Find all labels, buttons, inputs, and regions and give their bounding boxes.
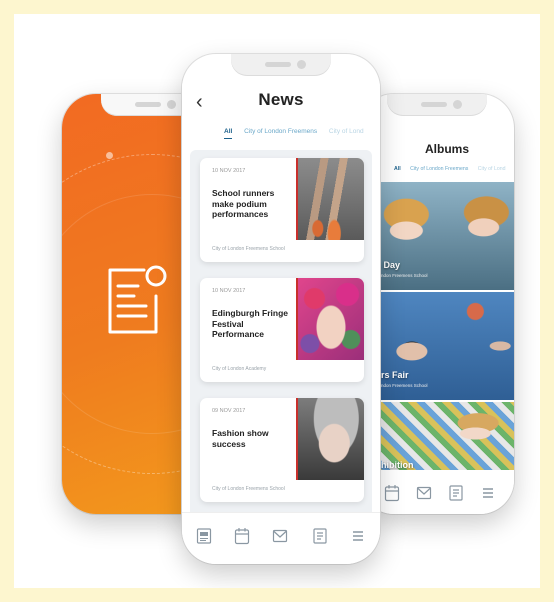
splash-dot <box>106 152 113 159</box>
menu-icon[interactable] <box>350 527 366 545</box>
news-school: City of London Freemens School <box>212 246 285 252</box>
document-icon[interactable] <box>312 527 328 545</box>
albums-tabs: All City of London Freemens City of Lond <box>394 166 513 172</box>
news-date: 10 NOV 2017 <box>212 288 246 294</box>
menu-icon[interactable] <box>480 484 496 502</box>
tab-freemens[interactable]: City of London Freemens <box>244 128 317 135</box>
news-date: 10 NOV 2017 <box>212 168 246 174</box>
album-card[interactable]: ers Fair London Freemens School <box>376 292 514 400</box>
document-icon[interactable] <box>448 484 464 502</box>
document-notification-icon <box>104 262 168 343</box>
tab-all[interactable]: All <box>224 128 232 135</box>
album-card[interactable]: s Day London Freemens School <box>376 182 514 290</box>
album-label: ers Fair <box>376 370 409 380</box>
news-photo <box>296 158 364 240</box>
news-date: 09 NOV 2017 <box>212 408 246 414</box>
album-card[interactable]: xhibition <box>376 402 514 472</box>
page-title: News <box>258 90 304 109</box>
promo-stage: Albums All City of London Freemens City … <box>14 14 540 588</box>
news-headline: Fashion show success <box>212 428 269 449</box>
album-sub: London Freemens School <box>376 273 428 278</box>
news-feed: 10 NOV 2017 School runners make podium p… <box>190 150 372 520</box>
news-phone: ‹ News All City of London Freemens City … <box>182 54 380 564</box>
news-card[interactable]: 10 NOV 2017 School runners make podium p… <box>200 158 364 262</box>
news-card[interactable]: 09 NOV 2017 Fashion show success City of… <box>200 398 364 502</box>
news-school: City of London Academy <box>212 366 267 372</box>
news-tabbar <box>182 512 380 564</box>
news-tabs: All City of London Freemens City of Lond <box>224 128 374 135</box>
albums-tabbar <box>360 470 514 514</box>
album-sub: London Freemens School <box>376 383 428 388</box>
phone-notch <box>387 94 487 116</box>
news-photo <box>296 278 364 360</box>
news-headline: Edingburgh Fringe Festival Performance <box>212 308 289 339</box>
news-header: ‹ News All City of London Freemens City … <box>182 82 380 148</box>
tab-london[interactable]: City of Lond <box>329 128 364 135</box>
news-photo <box>296 398 364 480</box>
phone-notch <box>231 54 331 76</box>
albums-tab-freemens[interactable]: City of London Freemens <box>410 166 468 172</box>
albums-tab-london[interactable]: City of Lond <box>478 166 506 172</box>
news-headline: School runners make podium performances <box>212 188 275 219</box>
calendar-icon[interactable] <box>234 527 250 545</box>
albums-tab-all[interactable]: All <box>394 166 401 172</box>
mail-icon[interactable] <box>416 484 432 502</box>
news-card[interactable]: 10 NOV 2017 Edingburgh Fringe Festival P… <box>200 278 364 382</box>
calendar-icon[interactable] <box>384 484 400 502</box>
news-icon[interactable] <box>196 527 212 545</box>
albums-phone: Albums All City of London Freemens City … <box>360 94 514 514</box>
news-school: City of London Freemens School <box>212 486 285 492</box>
albums-title: Albums <box>424 142 469 156</box>
album-label: xhibition <box>376 460 414 470</box>
mail-icon[interactable] <box>272 527 288 545</box>
